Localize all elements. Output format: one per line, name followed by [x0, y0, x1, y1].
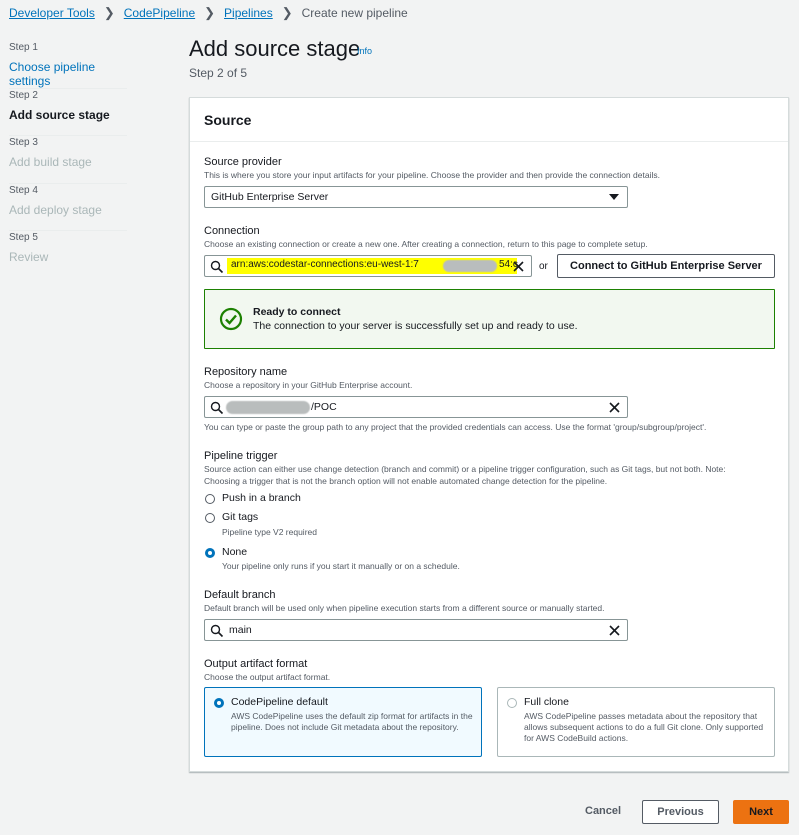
step-number: Step 1	[9, 42, 38, 53]
repository-value-suffix: /POC	[311, 401, 337, 413]
connect-github-button[interactable]: Connect to GitHub Enterprise Server	[557, 254, 775, 278]
chevron-right-icon: ❯	[103, 5, 115, 20]
connection-desc: Choose an existing connection or create …	[204, 239, 648, 249]
info-link[interactable]: Info	[357, 46, 372, 56]
search-icon	[210, 401, 224, 415]
alert-title: Ready to connect	[253, 306, 341, 318]
trigger-label: Pipeline trigger	[204, 450, 278, 462]
breadcrumb-pipelines[interactable]: Pipelines	[224, 6, 273, 20]
step-number: Step 5	[9, 232, 38, 243]
redacted-text	[443, 260, 497, 272]
caret-down-icon	[609, 194, 619, 200]
tile-desc: AWS CodePipeline passes metadata about t…	[524, 711, 764, 743]
alert-text: The connection to your server is success…	[253, 320, 578, 332]
step-current-source-stage: Add source stage	[9, 107, 110, 122]
success-alert: Ready to connect The connection to your …	[204, 289, 775, 349]
repository-input[interactable]: /POC	[204, 396, 628, 418]
source-provider-value: GitHub Enterprise Server	[211, 191, 329, 203]
step-build-stage: Add build stage	[9, 155, 92, 169]
branch-input[interactable]: main	[204, 619, 628, 641]
radio-desc-none: Your pipeline only runs if you start it …	[222, 561, 460, 571]
search-icon	[210, 260, 224, 274]
radio-desc-git-tags: Pipeline type V2 required	[222, 527, 317, 537]
or-text: or	[539, 261, 548, 272]
redacted-text	[226, 401, 310, 414]
radio-push-branch[interactable]	[205, 494, 215, 504]
artifact-desc: Choose the output artifact format.	[204, 672, 331, 682]
tile-full-clone[interactable]: Full clone AWS CodePipeline passes metad…	[497, 687, 775, 757]
connection-input[interactable]: arn:aws:codestar-connections:eu-west-1:7…	[204, 255, 532, 277]
clear-icon[interactable]	[512, 260, 525, 273]
chevron-right-icon: ❯	[204, 5, 216, 20]
branch-desc: Default branch will be used only when pi…	[204, 603, 605, 613]
breadcrumb-developer-tools[interactable]: Developer Tools	[9, 6, 95, 20]
chevron-right-icon: ❯	[281, 5, 293, 20]
connection-label: Connection	[204, 225, 260, 237]
source-provider-label: Source provider	[204, 156, 282, 168]
tile-title: Full clone	[524, 696, 569, 708]
step-review: Review	[9, 250, 49, 264]
step-number: Step 3	[9, 137, 38, 148]
repository-desc: Choose a repository in your GitHub Enter…	[204, 380, 413, 390]
radio-codepipeline-default[interactable]	[214, 698, 224, 708]
repository-label: Repository name	[204, 366, 288, 378]
step-deploy-stage: Add deploy stage	[9, 202, 102, 217]
branch-label: Default branch	[204, 589, 276, 601]
step-number: Step 2	[9, 89, 38, 101]
panel-header: Source	[190, 98, 788, 142]
trigger-desc-line1: Source action can either use change dete…	[204, 464, 726, 474]
radio-git-tags[interactable]	[205, 513, 215, 523]
step-3: Step 3 Add build stage	[9, 136, 127, 184]
breadcrumb: Developer Tools ❯ CodePipeline ❯ Pipelin…	[9, 5, 408, 21]
step-2: Step 2 Add source stage	[9, 89, 127, 136]
cancel-button[interactable]: Cancel	[585, 805, 621, 817]
clear-icon[interactable]	[608, 401, 621, 414]
step-1: Step 1 Choose pipeline settings	[9, 41, 127, 89]
wizard-steps: Step 1 Choose pipeline settings Step 2 A…	[9, 41, 127, 279]
step-link-pipeline-settings[interactable]: Choose pipeline settings	[9, 60, 127, 88]
step-5: Step 5 Review	[9, 231, 127, 279]
radio-none[interactable]	[205, 548, 215, 558]
connection-arn-prefix: arn:aws:codestar-connections:eu-west-1:7	[231, 259, 419, 270]
radio-label-none[interactable]: None	[222, 546, 247, 558]
source-provider-select[interactable]: GitHub Enterprise Server	[204, 186, 628, 208]
clear-icon[interactable]	[608, 624, 621, 637]
panel-title: Source	[204, 112, 252, 128]
radio-label-push-branch[interactable]: Push in a branch	[222, 492, 301, 504]
source-panel: Source Source provider This is where you…	[189, 97, 789, 772]
radio-full-clone[interactable]	[507, 698, 517, 708]
previous-button[interactable]: Previous	[642, 800, 719, 824]
radio-label-git-tags[interactable]: Git tags	[222, 511, 258, 523]
check-circle-icon	[219, 307, 243, 331]
search-icon	[210, 624, 224, 638]
branch-value: main	[229, 624, 252, 636]
step-number: Step 4	[9, 184, 38, 196]
artifact-label: Output artifact format	[204, 658, 308, 670]
page-title: Add source stage	[189, 36, 361, 61]
tile-desc: AWS CodePipeline uses the default zip fo…	[231, 711, 473, 732]
breadcrumb-codepipeline[interactable]: CodePipeline	[124, 6, 195, 20]
trigger-desc-line2: Choosing a trigger that is not the branc…	[204, 476, 608, 486]
page-subtitle: Step 2 of 5	[189, 66, 248, 80]
tile-codepipeline-default[interactable]: CodePipeline default AWS CodePipeline us…	[204, 687, 482, 757]
step-4: Step 4 Add deploy stage	[9, 184, 127, 231]
repository-hint: You can type or paste the group path to …	[204, 422, 707, 432]
source-provider-desc: This is where you store your input artif…	[204, 170, 660, 180]
tile-title: CodePipeline default	[231, 696, 328, 708]
next-button[interactable]: Next	[733, 800, 789, 824]
breadcrumb-current: Create new pipeline	[301, 6, 408, 20]
